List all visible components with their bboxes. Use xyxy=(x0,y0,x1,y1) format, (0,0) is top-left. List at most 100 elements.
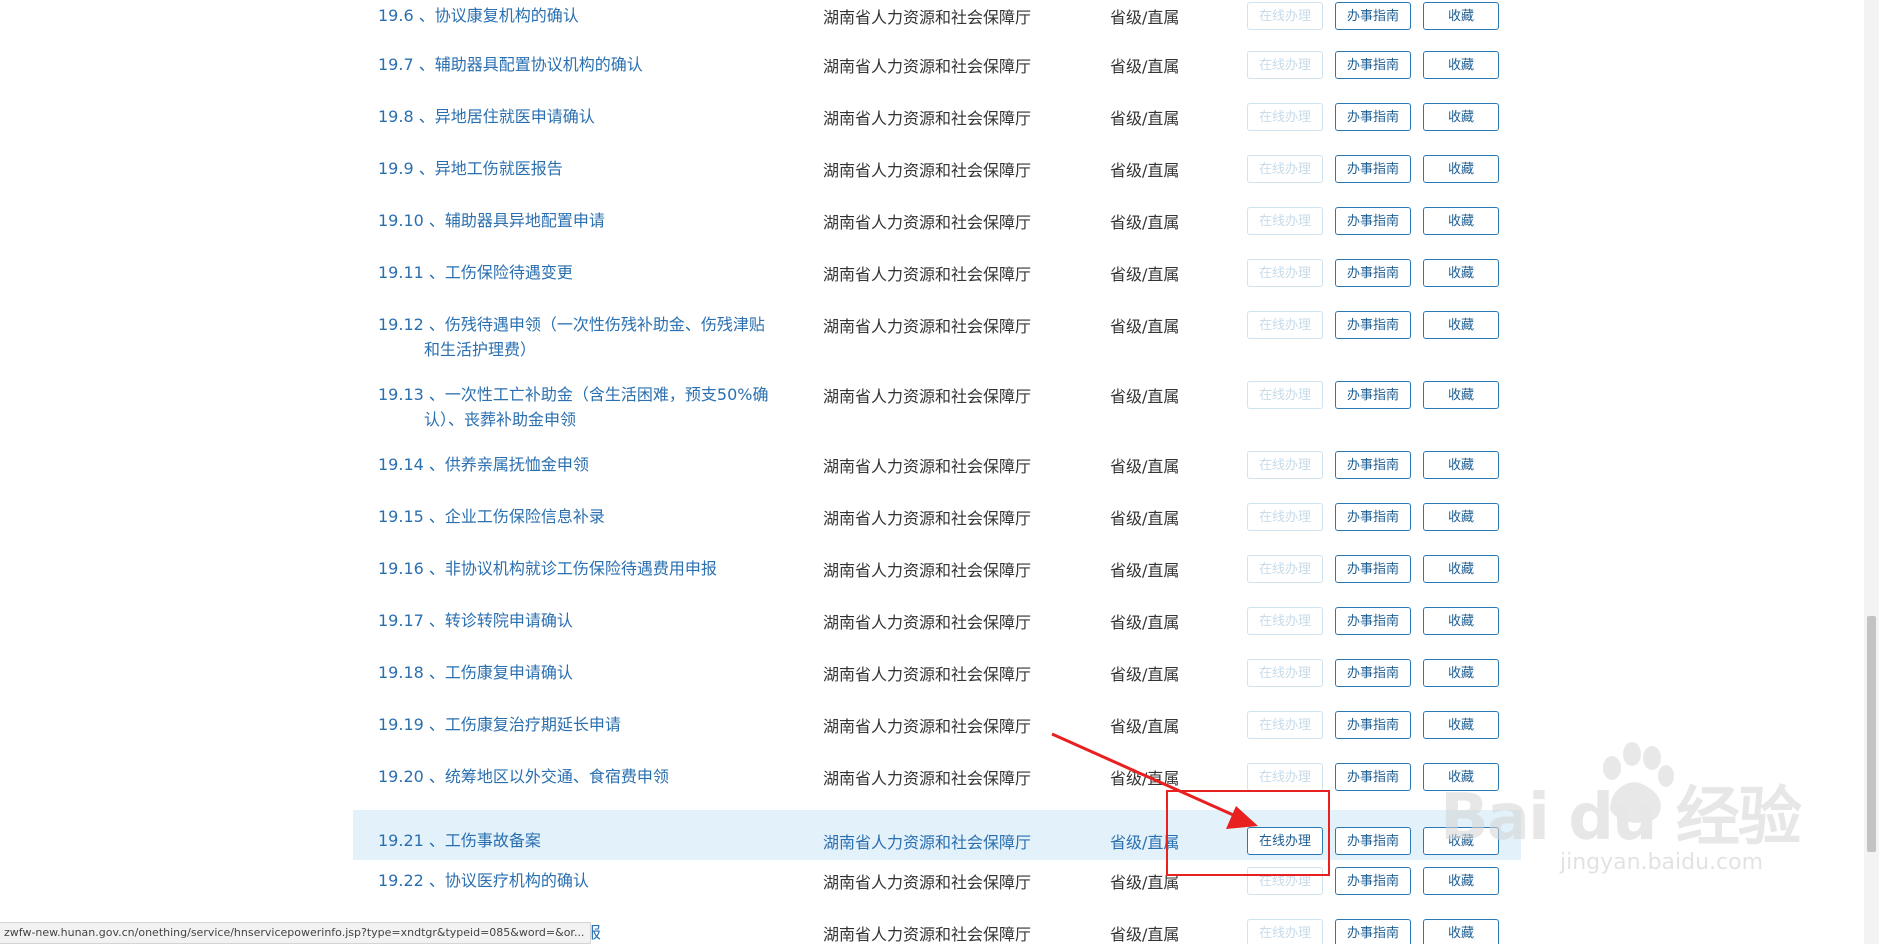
service-title-continuation: 认）、丧葬补助金申领 xyxy=(378,407,778,432)
favorite-button[interactable]: 收藏 xyxy=(1423,155,1499,183)
online-process-button: 在线办理 xyxy=(1247,659,1323,687)
table-row: 19.19 、工伤康复治疗期延长申请 湖南省人力资源和社会保障厅 省级/直属 在线办理… xyxy=(353,711,1521,747)
favorite-button[interactable]: 收藏 xyxy=(1423,311,1499,339)
service-guide-button[interactable]: 办事指南 xyxy=(1335,381,1411,409)
department-name: 湖南省人力资源和社会保障厅 xyxy=(823,387,1032,406)
service-title-line: 19.12 、伤残待遇申领（一次性伤残补助金、伤残津贴 xyxy=(378,312,778,337)
service-title-line: 19.20 、统筹地区以外交通、食宿费申领 xyxy=(378,764,778,789)
service-guide-button[interactable]: 办事指南 xyxy=(1335,919,1411,944)
service-title-line: 19.11 、工伤保险待遇变更 xyxy=(378,260,778,285)
service-title-link[interactable]: 19.14 、供养亲属抚恤金申领 xyxy=(378,452,778,477)
service-guide-button[interactable]: 办事指南 xyxy=(1335,51,1411,79)
service-guide-button[interactable]: 办事指南 xyxy=(1335,711,1411,739)
administrative-level: 省级/直属 xyxy=(1110,665,1180,684)
service-title-link[interactable]: 19.19 、工伤康复治疗期延长申请 xyxy=(378,712,778,737)
service-title-line: 19.22 、协议医疗机构的确认 xyxy=(378,868,778,893)
favorite-button[interactable]: 收藏 xyxy=(1423,259,1499,287)
department-name: 湖南省人力资源和社会保障厅 xyxy=(823,613,1032,632)
favorite-button[interactable]: 收藏 xyxy=(1423,103,1499,131)
favorite-button[interactable]: 收藏 xyxy=(1423,2,1499,30)
service-guide-button[interactable]: 办事指南 xyxy=(1335,503,1411,531)
favorite-button[interactable]: 收藏 xyxy=(1423,659,1499,687)
service-title-text: 、协议医疗机构的确认 xyxy=(428,871,589,890)
service-title-text: 认）、丧葬补助金申领 xyxy=(424,410,577,429)
favorite-button[interactable]: 收藏 xyxy=(1423,51,1499,79)
department-name: 湖南省人力资源和社会保障厅 xyxy=(823,457,1032,476)
service-title-link[interactable]: 19.22 、协议医疗机构的确认 xyxy=(378,868,778,893)
favorite-button[interactable]: 收藏 xyxy=(1423,381,1499,409)
favorite-button[interactable]: 收藏 xyxy=(1423,451,1499,479)
service-title-continuation: 和生活护理费） xyxy=(378,337,778,362)
service-title-text: 、异地工伤就医报告 xyxy=(418,159,563,178)
table-row: 19.20 、统筹地区以外交通、食宿费申领 湖南省人力资源和社会保障厅 省级/直属 在… xyxy=(353,763,1521,799)
service-guide-button[interactable]: 办事指南 xyxy=(1335,555,1411,583)
service-title-link[interactable]: 19.20 、统筹地区以外交通、食宿费申领 xyxy=(378,764,778,789)
service-title-link[interactable]: 19.16 、非协议机构就诊工伤保险待遇费用申报 xyxy=(378,556,778,581)
page: 19.6 、协议康复机构的确认 湖南省人力资源和社会保障厅 省级/直属 在线办理 办事指… xyxy=(0,0,1879,944)
service-number: 19.11 xyxy=(378,263,424,282)
annotation-highlight-box xyxy=(1166,790,1330,876)
administrative-level: 省级/直属 xyxy=(1110,57,1180,76)
department-name: 湖南省人力资源和社会保障厅 xyxy=(823,925,1032,944)
service-title-link[interactable]: 19.8 、异地居住就医申请确认 xyxy=(378,104,778,129)
administrative-level: 省级/直属 xyxy=(1110,8,1180,27)
service-title-line: 19.13 、一次性工亡补助金（含生活困难，预支50%确 xyxy=(378,382,778,407)
service-title-link[interactable]: 19.13 、一次性工亡补助金（含生活困难，预支50%确认）、丧葬补助金申领 xyxy=(378,382,778,432)
service-title-text: 、转诊转院申请确认 xyxy=(428,611,573,630)
department-name: 湖南省人力资源和社会保障厅 xyxy=(823,769,1032,788)
service-guide-button[interactable]: 办事指南 xyxy=(1335,259,1411,287)
service-guide-button[interactable]: 办事指南 xyxy=(1335,607,1411,635)
service-number: 19.20 xyxy=(378,767,424,786)
administrative-level: 省级/直属 xyxy=(1110,265,1180,284)
service-guide-button[interactable]: 办事指南 xyxy=(1335,763,1411,791)
service-guide-button[interactable]: 办事指南 xyxy=(1335,867,1411,895)
online-process-button: 在线办理 xyxy=(1247,711,1323,739)
scrollbar-thumb[interactable] xyxy=(1867,616,1876,852)
service-title-link[interactable]: 19.15 、企业工伤保险信息补录 xyxy=(378,504,778,529)
service-title-link[interactable]: 19.6 、协议康复机构的确认 xyxy=(378,3,778,28)
online-process-button: 在线办理 xyxy=(1247,451,1323,479)
service-title-link[interactable]: 19.21 、工伤事故备案 xyxy=(378,828,778,853)
service-title-link[interactable]: 19.12 、伤残待遇申领（一次性伤残补助金、伤残津贴 和生活护理费） xyxy=(378,312,778,362)
online-process-button: 在线办理 xyxy=(1247,51,1323,79)
table-row: 19.10 、辅助器具异地配置申请 湖南省人力资源和社会保障厅 省级/直属 在线办理办… xyxy=(353,207,1521,243)
service-guide-button[interactable]: 办事指南 xyxy=(1335,207,1411,235)
service-guide-button[interactable]: 办事指南 xyxy=(1335,451,1411,479)
service-title-link[interactable]: 19.17 、转诊转院申请确认 xyxy=(378,608,778,633)
service-title-text: 、伤残待遇申领（一次性伤残补助金、伤残津贴 xyxy=(428,315,765,334)
service-guide-button[interactable]: 办事指南 xyxy=(1335,155,1411,183)
service-title-line: 19.8 、异地居住就医申请确认 xyxy=(378,104,778,129)
service-guide-button[interactable]: 办事指南 xyxy=(1335,311,1411,339)
favorite-button[interactable]: 收藏 xyxy=(1423,555,1499,583)
department-name: 湖南省人力资源和社会保障厅 xyxy=(823,317,1032,336)
favorite-button[interactable]: 收藏 xyxy=(1423,207,1499,235)
table-row: 19.13 、一次性工亡补助金（含生活困难，预支50%确认）、丧葬补助金申领 湖南… xyxy=(353,381,1521,442)
service-title-text: 、辅助器具异地配置申请 xyxy=(428,211,605,230)
service-title-link[interactable]: 19.9 、异地工伤就医报告 xyxy=(378,156,778,181)
service-guide-button[interactable]: 办事指南 xyxy=(1335,827,1411,855)
service-guide-button[interactable]: 办事指南 xyxy=(1335,103,1411,131)
service-guide-button[interactable]: 办事指南 xyxy=(1335,659,1411,687)
department-name: 湖南省人力资源和社会保障厅 xyxy=(823,717,1032,736)
service-title-text: 、统筹地区以外交通、食宿费申领 xyxy=(428,767,669,786)
vertical-scrollbar[interactable] xyxy=(1864,0,1879,944)
favorite-button[interactable]: 收藏 xyxy=(1423,607,1499,635)
service-number: 19.9 xyxy=(378,159,414,178)
service-title-link[interactable]: 19.11 、工伤保险待遇变更 xyxy=(378,260,778,285)
service-title-link[interactable]: 19.18 、工伤康复申请确认 xyxy=(378,660,778,685)
online-process-button: 在线办理 xyxy=(1247,103,1323,131)
favorite-button[interactable]: 收藏 xyxy=(1423,503,1499,531)
service-guide-button[interactable]: 办事指南 xyxy=(1335,2,1411,30)
favorite-button[interactable]: 收藏 xyxy=(1423,711,1499,739)
favorite-button[interactable]: 收藏 xyxy=(1423,919,1499,944)
service-title-line: 19.15 、企业工伤保险信息补录 xyxy=(378,504,778,529)
service-title-line: 19.21 、工伤事故备案 xyxy=(378,828,778,853)
watermark-subtitle: jingyan.baidu.com xyxy=(1560,850,1764,875)
administrative-level: 省级/直属 xyxy=(1110,387,1180,406)
department-name: 湖南省人力资源和社会保障厅 xyxy=(823,57,1032,76)
online-process-button: 在线办理 xyxy=(1247,207,1323,235)
service-title-link[interactable]: 19.10 、辅助器具异地配置申请 xyxy=(378,208,778,233)
department-name: 湖南省人力资源和社会保障厅 xyxy=(823,8,1032,27)
service-title-link[interactable]: 19.7 、辅助器具配置协议机构的确认 xyxy=(378,52,778,77)
department-name: 湖南省人力资源和社会保障厅 xyxy=(823,161,1032,180)
